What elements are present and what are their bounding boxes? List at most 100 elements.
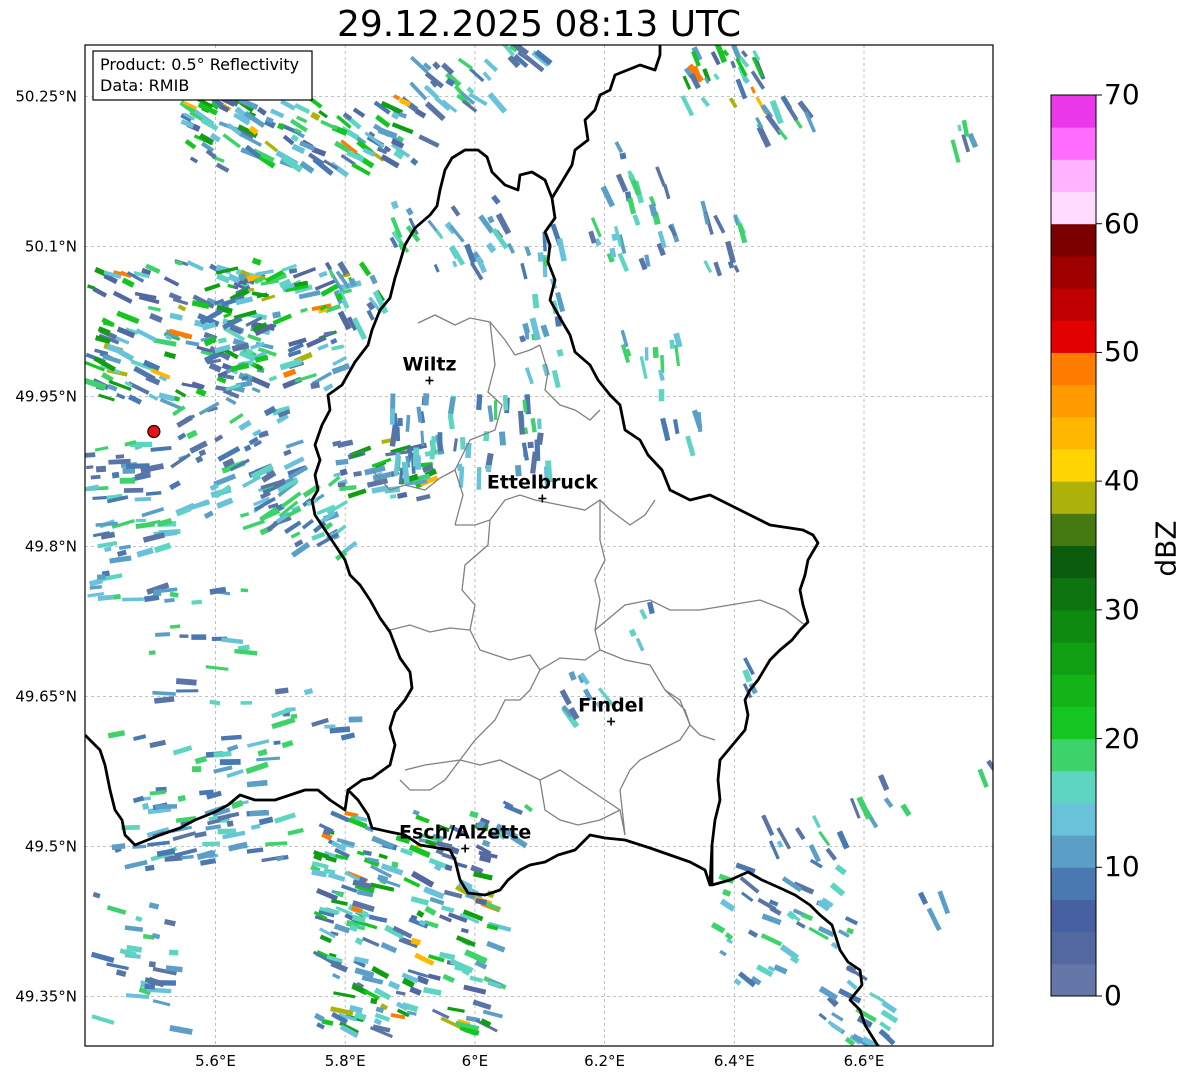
echo-cell [169, 1025, 193, 1035]
echo-cell [273, 740, 281, 745]
echo-cell [230, 799, 244, 810]
colorbar-segment [1051, 545, 1096, 579]
colorbar-segment [1051, 931, 1096, 965]
radar-site-marker [147, 424, 161, 439]
colorbar-segment [1051, 159, 1096, 193]
echo-cell [288, 268, 298, 274]
echo-cell [433, 863, 443, 872]
echo-cell [486, 923, 499, 931]
echo-cell [355, 815, 368, 823]
echo-cell [195, 455, 204, 464]
echo-cell [367, 857, 380, 864]
echo-cell [673, 332, 683, 348]
echo-cell [132, 844, 147, 849]
echo-cell [310, 111, 321, 121]
echo-cell [209, 482, 219, 492]
colorbar-segment [1051, 674, 1096, 707]
echo-cell [115, 454, 125, 459]
echo-cell [240, 588, 249, 593]
echo-cell [237, 644, 250, 652]
echo-cell [125, 993, 150, 1000]
lat-tick-label: 50.25°N [15, 88, 77, 106]
colorbar-segment [1051, 867, 1096, 900]
echo-cell [111, 843, 126, 851]
city-label: Esch/Alzette [399, 822, 531, 844]
echo-cell [265, 841, 288, 847]
echo-cell [194, 755, 208, 765]
echo-cell [335, 292, 344, 302]
echo-cell [213, 750, 232, 758]
echo-cell [125, 463, 150, 469]
echo-cell [154, 696, 175, 704]
echo-cell [391, 111, 400, 120]
echo-cell [191, 299, 210, 309]
echo-cell [226, 820, 234, 827]
colorbar-segment [1051, 191, 1096, 225]
echo-cell [703, 212, 710, 225]
echo-cell [230, 362, 250, 372]
echo-cell [217, 337, 227, 344]
echo-cell [245, 348, 254, 356]
echo-cell [134, 496, 152, 502]
echo-cell [519, 335, 526, 343]
echo-cell [669, 339, 675, 349]
echo-cell [100, 531, 116, 540]
echo-cell [611, 233, 619, 242]
echo-cell [165, 965, 183, 973]
echo-cell [498, 431, 507, 446]
echo-cell [276, 855, 285, 862]
echo-cell [531, 293, 540, 309]
echo-cell [961, 119, 970, 138]
echo-cell [624, 348, 632, 358]
echo-cell [339, 468, 348, 477]
echo-cell [253, 276, 264, 285]
echo-cell [438, 951, 456, 961]
colorbar-tick-label: 20 [1104, 721, 1140, 755]
echo-cell [445, 77, 456, 87]
echo-cell [246, 779, 268, 788]
echo-cell [254, 354, 269, 363]
echo-cell [429, 435, 437, 460]
colorbar-tick-label: 70 [1104, 78, 1140, 111]
colorbar-segment [1051, 609, 1096, 643]
echo-cell [90, 474, 101, 480]
echo-cell [530, 418, 537, 433]
info-box: Product: 0.5° Reflectivity Data: RMIB [92, 50, 313, 101]
radar-map: 50.25°N 50.1°N 49.95°N 49.8°N 49.65°N 49.5°N 4… [15, 44, 1102, 1070]
colorbar-segment [1051, 127, 1096, 160]
echo-cell [487, 215, 495, 224]
echo-cell [165, 334, 173, 341]
echo-cell [324, 724, 336, 729]
colorbar-label: dBZ [1149, 520, 1183, 577]
colorbar-segment [1051, 513, 1096, 546]
echo-cell [86, 465, 94, 470]
colorbar-segment [1051, 416, 1096, 450]
echo-cell [101, 570, 110, 577]
echo-cell [478, 854, 492, 863]
echo-cell [156, 848, 176, 857]
echo-cell [155, 786, 167, 793]
echo-cell [135, 521, 156, 530]
colorbar-segment [1051, 223, 1096, 257]
echo-cell [335, 458, 349, 466]
echo-cell [530, 451, 538, 474]
echo-cell [658, 369, 665, 382]
echo-cell [272, 311, 282, 319]
echo-cell [412, 809, 420, 816]
echo-cell [652, 346, 659, 359]
echo-cell [249, 810, 270, 817]
echo-cell [358, 876, 367, 884]
echo-cell [256, 756, 281, 762]
colorbar-segment [1051, 384, 1096, 418]
echo-cell [155, 632, 171, 637]
echo-cell [95, 465, 107, 473]
colorbar-segment [1051, 835, 1096, 868]
echo-cell [115, 969, 127, 977]
echo-cell [109, 555, 132, 564]
echo-cell [375, 1006, 385, 1014]
echo-cell [524, 394, 531, 415]
echo-cell [89, 585, 103, 590]
echo-cell [329, 726, 351, 734]
echo-cell [107, 383, 118, 392]
echo-cell [208, 815, 219, 821]
